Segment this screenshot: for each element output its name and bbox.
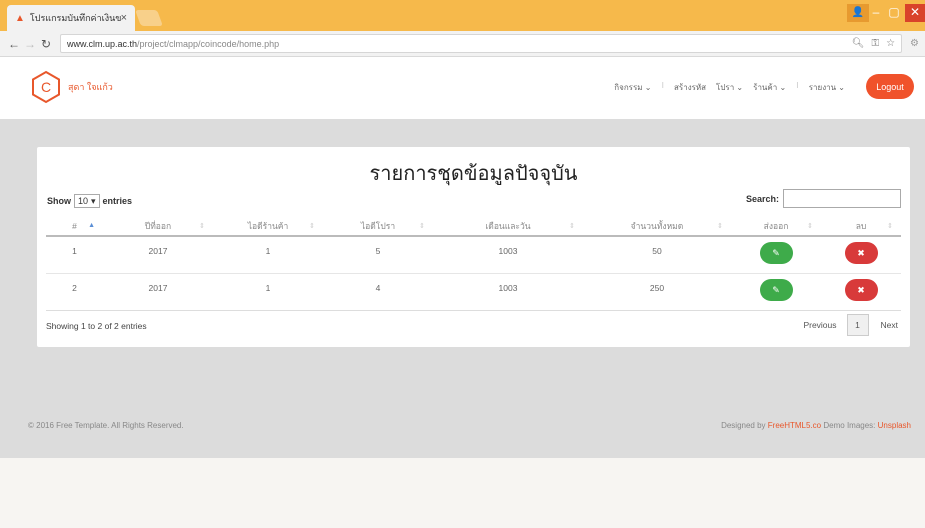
site-header: C สุดา ใจแก้ว กิจกรรม ⌄ ⁝ สร้างรหัส โปรา…	[0, 57, 925, 119]
search-input[interactable]	[783, 189, 901, 208]
table-row: 1 2017 1 5 1003 50 ✎ ✖	[46, 235, 901, 273]
cell-delete: ✖	[821, 272, 901, 311]
designed-by-label: Designed by	[721, 421, 766, 430]
entries-label: entries	[102, 196, 133, 206]
col-header-num[interactable]: # ▲	[46, 216, 103, 237]
demo-images-label: Demo Images:	[823, 421, 876, 430]
cell-promo-id: 5	[323, 235, 433, 273]
page-1-button[interactable]: 1	[846, 314, 869, 336]
data-table: # ▲ ปีที่ออก ⇕ ไอดีร้านค้า ⇕ ไอดีโปรา ⇕ เดือ…	[46, 216, 901, 311]
main-content: รายการชุดข้อมูลปัจจุบัน Show 10 ▾ entrie…	[0, 119, 925, 458]
footer-credits: Designed by FreeHTML5.co Demo Images: Un…	[721, 421, 911, 430]
logo-letter: C	[41, 79, 51, 95]
col-header-shop-id[interactable]: ไอดีร้านค้า ⇕	[213, 216, 323, 237]
cell-promo-id: 4	[323, 272, 433, 311]
cell-num: 1	[46, 235, 103, 273]
sort-icon: ⇕	[717, 223, 723, 230]
unsplash-link[interactable]: Unsplash	[878, 421, 911, 430]
page-title: รายการชุดข้อมูลปัจจุบัน	[369, 163, 578, 185]
menu-separator: ⁝	[661, 81, 665, 90]
entries-select-value: 10	[78, 196, 89, 206]
url-host: www.clm.up.ac.th	[67, 38, 138, 49]
cell-date: 1003	[433, 272, 583, 311]
back-icon[interactable]: ←	[6, 37, 22, 51]
sort-icon: ⇕	[569, 223, 575, 230]
cell-total: 50	[583, 235, 731, 273]
cell-year: 2017	[103, 272, 213, 311]
table-info: Showing 1 to 2 of 2 entries	[46, 321, 147, 331]
main-menu: กิจกรรม ⌄ ⁝ สร้างรหัส โปรา ⌄ ร้านค้า ⌄ ⁝…	[614, 81, 845, 94]
cell-num: 2	[46, 272, 103, 311]
cell-export: ✎	[731, 272, 821, 311]
col-header-total[interactable]: จำนวนทั้งหมด ⇕	[583, 216, 731, 237]
url-field[interactable]: ⓘ www.clm.up.ac.th/project/clmapp/coinco…	[9, 34, 903, 220]
sort-icon: ⇕	[309, 223, 315, 230]
address-bar: ← → ↻ ⓘ www.clm.up.ac.th/project/clmapp/…	[0, 31, 925, 220]
new-tab-button[interactable]	[135, 10, 163, 26]
menu-separator: ⁝	[796, 81, 799, 90]
url-path: /project/clmapp/coincode/home.php	[137, 38, 280, 49]
tab-close-icon[interactable]: ×	[121, 12, 127, 24]
browser-tab[interactable]: ▲ โปรแกรมบันทึกค่าเงินของกา ×	[7, 5, 135, 31]
zoom-icon[interactable]: 🔍︎	[852, 38, 865, 49]
cell-year: 2017	[103, 235, 213, 273]
sort-asc-icon: ▲	[88, 222, 95, 229]
cell-shop-id: 1	[213, 272, 323, 311]
page-favicon-icon: ▲	[15, 12, 25, 24]
previous-page-button[interactable]: Previous	[803, 320, 836, 330]
logout-button[interactable]: Logout	[866, 74, 914, 99]
pagination: Previous 1 Next	[803, 314, 898, 336]
menu-item-report[interactable]: รายงาน ⌄	[809, 81, 845, 94]
browser-tabstrip: ▲ โปรแกรมบันทึกค่าเงินของกา × 👤 – ▢ ✕	[0, 0, 925, 31]
data-card: รายการชุดข้อมูลปัจจุบัน Show 10 ▾ entrie…	[37, 147, 910, 347]
sort-icon: ⇕	[419, 223, 425, 230]
export-edit-icon[interactable]: ✎	[759, 242, 793, 264]
close-window-icon[interactable]: ✕	[905, 4, 925, 22]
col-header-date[interactable]: เดือนและวัน ⇕	[433, 216, 583, 237]
forward-icon[interactable]: →	[22, 37, 38, 51]
delete-icon[interactable]: ✖	[844, 278, 878, 301]
menu-item-create-code[interactable]: สร้างรหัส	[674, 81, 706, 94]
entries-select[interactable]: 10 ▾	[74, 194, 100, 208]
menu-item-shop[interactable]: ร้านค้า ⌄	[753, 81, 786, 94]
cell-total: 250	[583, 272, 731, 311]
key-icon[interactable]: ⚿	[871, 38, 879, 49]
sort-icon: ⇕	[887, 223, 893, 230]
col-header-promo-id[interactable]: ไอดีโปรา ⇕	[323, 216, 433, 237]
footer-copyright: © 2016 Free Template. All Rights Reserve…	[28, 421, 184, 430]
sort-icon: ⇕	[199, 223, 205, 230]
entries-length-control: Show 10 ▾ entries	[47, 194, 132, 208]
menu-item-promo[interactable]: โปรา ⌄	[716, 81, 743, 94]
cell-shop-id: 1	[213, 235, 323, 273]
logo-hexagon-icon[interactable]: C	[30, 70, 62, 104]
reload-icon[interactable]: ↻	[38, 37, 54, 51]
sort-icon: ⇕	[807, 223, 813, 230]
delete-icon[interactable]: ✖	[844, 242, 878, 264]
brand-name[interactable]: สุดา ใจแก้ว	[68, 80, 113, 94]
table-row: 2 2017 1 4 1003 250 ✎ ✖	[46, 272, 901, 311]
maximize-icon[interactable]: ▢	[883, 4, 905, 22]
col-header-export[interactable]: ส่งออก ⇕	[731, 216, 821, 237]
cell-export: ✎	[731, 235, 821, 273]
search-label: Search:	[745, 193, 779, 204]
select-arrow-icon: ▾	[91, 195, 96, 206]
cell-date: 1003	[433, 235, 583, 273]
bookmark-star-icon[interactable]: ☆	[886, 38, 895, 49]
col-header-delete[interactable]: ลบ ⇕	[821, 216, 901, 237]
extension-icon[interactable]: ⚙	[910, 38, 919, 49]
menu-item-activity[interactable]: กิจกรรม ⌄	[614, 81, 651, 94]
cell-delete: ✖	[821, 235, 901, 273]
table-header-row: # ▲ ปีที่ออก ⇕ ไอดีร้านค้า ⇕ ไอดีโปรา ⇕ เดือ…	[46, 216, 901, 237]
designer-link[interactable]: FreeHTML5.co	[768, 421, 821, 430]
export-edit-icon[interactable]: ✎	[759, 278, 793, 301]
tab-title: โปรแกรมบันทึกค่าเงินของกา	[29, 13, 121, 23]
search-control: Search:	[746, 189, 901, 208]
col-header-year[interactable]: ปีที่ออก ⇕	[103, 216, 213, 237]
show-label: Show	[47, 196, 71, 206]
next-page-button[interactable]: Next	[881, 320, 898, 330]
